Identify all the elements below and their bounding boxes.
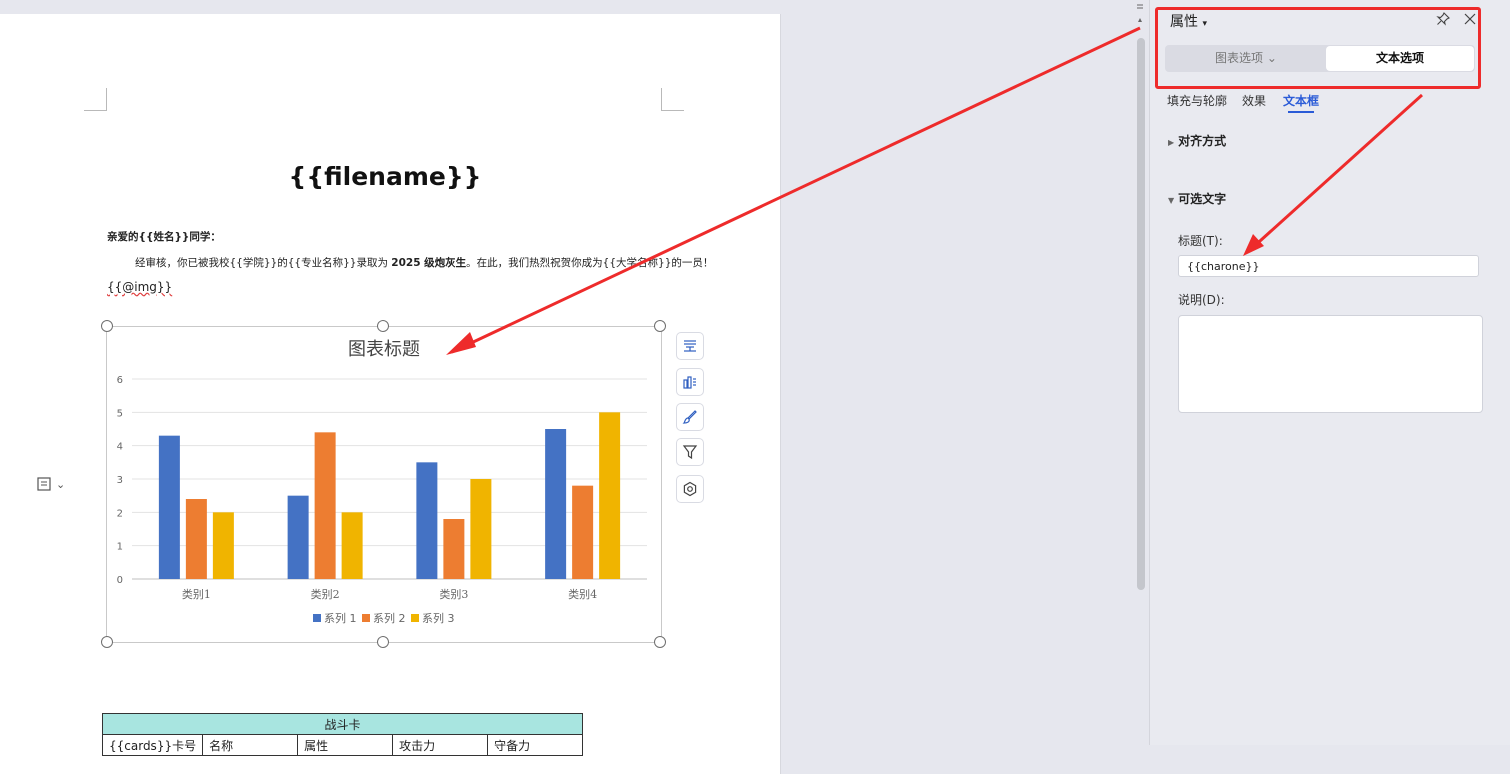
resize-handle-top[interactable]	[377, 320, 389, 332]
legend-label: 系列 2	[373, 611, 406, 625]
body-text-bold: 2025 级炮灰生	[391, 257, 467, 269]
y-tick-label: 0	[117, 575, 123, 586]
wrap-text-icon	[37, 477, 51, 491]
bar	[599, 412, 621, 579]
table-header-cell[interactable]: 名称	[202, 734, 299, 756]
caret-down-icon: ▼	[1168, 196, 1175, 205]
table-header-cell[interactable]: {{cards}}卡号	[101, 734, 204, 756]
bar	[212, 512, 234, 579]
legend-swatch	[362, 614, 370, 622]
alt-description-input[interactable]	[1178, 315, 1483, 413]
chart-brush-button[interactable]	[676, 403, 704, 431]
bar	[158, 435, 180, 579]
table-header-cell[interactable]: 守备力	[487, 734, 584, 756]
img-placeholder[interactable]: {{@img}}	[107, 280, 172, 294]
section-alt-text-label: 可选文字	[1178, 192, 1227, 206]
legend-label: 系列 3	[422, 611, 455, 625]
subtab-fill-outline[interactable]: 填充与轮廓	[1167, 92, 1227, 109]
document-title[interactable]: {{filename}}	[0, 162, 770, 191]
margin-corner-top-right	[661, 88, 684, 111]
table-header-cell[interactable]: 攻击力	[392, 734, 489, 756]
table-title-row: 战斗卡	[101, 713, 584, 735]
chart-title: 图表标题	[348, 339, 420, 360]
y-tick-label: 1	[117, 542, 123, 553]
bar	[545, 429, 567, 579]
chart-style-icon	[683, 376, 696, 389]
bar	[572, 485, 594, 579]
y-tick-label: 3	[117, 475, 123, 486]
resize-handle-bottom-left[interactable]	[101, 636, 113, 648]
scroll-up-icon[interactable]	[1133, 0, 1147, 30]
img-placeholder-text: {{@img}}	[107, 280, 173, 294]
table-title-cell[interactable]: 战斗卡	[101, 713, 584, 735]
section-alt-text[interactable]: ▼ 可选文字	[1168, 190, 1226, 207]
resize-handle-top-right[interactable]	[654, 320, 666, 332]
chart-style-button[interactable]	[676, 368, 704, 396]
scrollbar-thumb[interactable]	[1137, 38, 1145, 590]
bar	[185, 499, 207, 579]
resize-handle-bottom[interactable]	[377, 636, 389, 648]
y-tick-label: 2	[117, 508, 123, 519]
section-alignment-label: 对齐方式	[1178, 134, 1227, 148]
chart-settings-button[interactable]	[676, 475, 704, 503]
y-tick-label: 5	[117, 408, 123, 419]
chart-brush-icon	[682, 410, 697, 424]
bar-chart: 图表标题 0 1 2 3 4 5 6 类别1 类别2 类别3 类别4 系列 1 系列 2 系列 3	[117, 339, 647, 625]
layout-options-button[interactable]: ⌄	[36, 473, 74, 495]
chevron-down-icon: ⌄	[56, 477, 66, 491]
x-tick-label: 类别4	[568, 587, 597, 601]
table-header-row: {{cards}}卡号 名称 属性 攻击力 守备力	[101, 734, 584, 756]
battle-card-table[interactable]: 战斗卡 {{cards}}卡号 名称 属性 攻击力 守备力	[101, 713, 584, 756]
legend-label: 系列 1	[324, 611, 357, 625]
alt-description-label: 说明(D):	[1178, 293, 1225, 307]
annotation-highlight-box	[1155, 7, 1481, 89]
chart-elements-button[interactable]	[676, 332, 704, 360]
salutation-line[interactable]: 亲爱的{{姓名}}同学：	[107, 229, 221, 244]
alt-title-input[interactable]: {{charone}}	[1178, 255, 1479, 277]
subtab-effects[interactable]: 效果	[1242, 92, 1266, 109]
resize-handle-bottom-right[interactable]	[654, 636, 666, 648]
y-tick-label: 4	[117, 442, 123, 453]
chart-filter-button[interactable]	[676, 438, 704, 466]
resize-handle-top-left[interactable]	[101, 320, 113, 332]
subtab-textbox[interactable]: 文本框	[1283, 92, 1319, 109]
margin-corner-top-left	[84, 88, 107, 111]
chart-object[interactable]: 图表标题 0 1 2 3 4 5 6 类别1 类别2 类别3 类别4 系列 1 系列 2 系列 3	[106, 326, 662, 643]
x-tick-label: 类别3	[439, 587, 468, 601]
chart-filter-icon	[682, 445, 698, 460]
bar	[287, 495, 309, 579]
x-tick-label: 类别2	[311, 587, 340, 601]
body-text-before: 经审核，你已被我校{{学院}}的{{专业名称}}录取为	[135, 257, 392, 269]
bar	[416, 462, 438, 579]
bar	[443, 519, 465, 579]
caret-right-icon: ▶	[1168, 138, 1175, 147]
bar	[341, 512, 363, 579]
x-tick-label: 类别1	[182, 587, 211, 601]
admission-paragraph[interactable]: 经审核，你已被我校{{学院}}的{{专业名称}}录取为 2025 级炮灰生。在此…	[135, 255, 713, 270]
legend-swatch	[411, 614, 419, 622]
bar	[470, 479, 492, 579]
bar	[314, 432, 336, 579]
chart-elements-icon	[684, 340, 696, 352]
alt-title-label: 标题(T):	[1178, 234, 1223, 248]
legend-swatch	[313, 614, 321, 622]
table-header-cell[interactable]: 属性	[297, 734, 394, 756]
y-tick-label: 6	[117, 375, 123, 386]
body-text-after: 。在此，我们热烈祝贺你成为{{大学名称}}的一员！	[466, 257, 714, 269]
chart-settings-icon	[683, 481, 697, 497]
active-tab-indicator	[1288, 111, 1314, 113]
section-alignment[interactable]: ▶ 对齐方式	[1168, 132, 1226, 149]
